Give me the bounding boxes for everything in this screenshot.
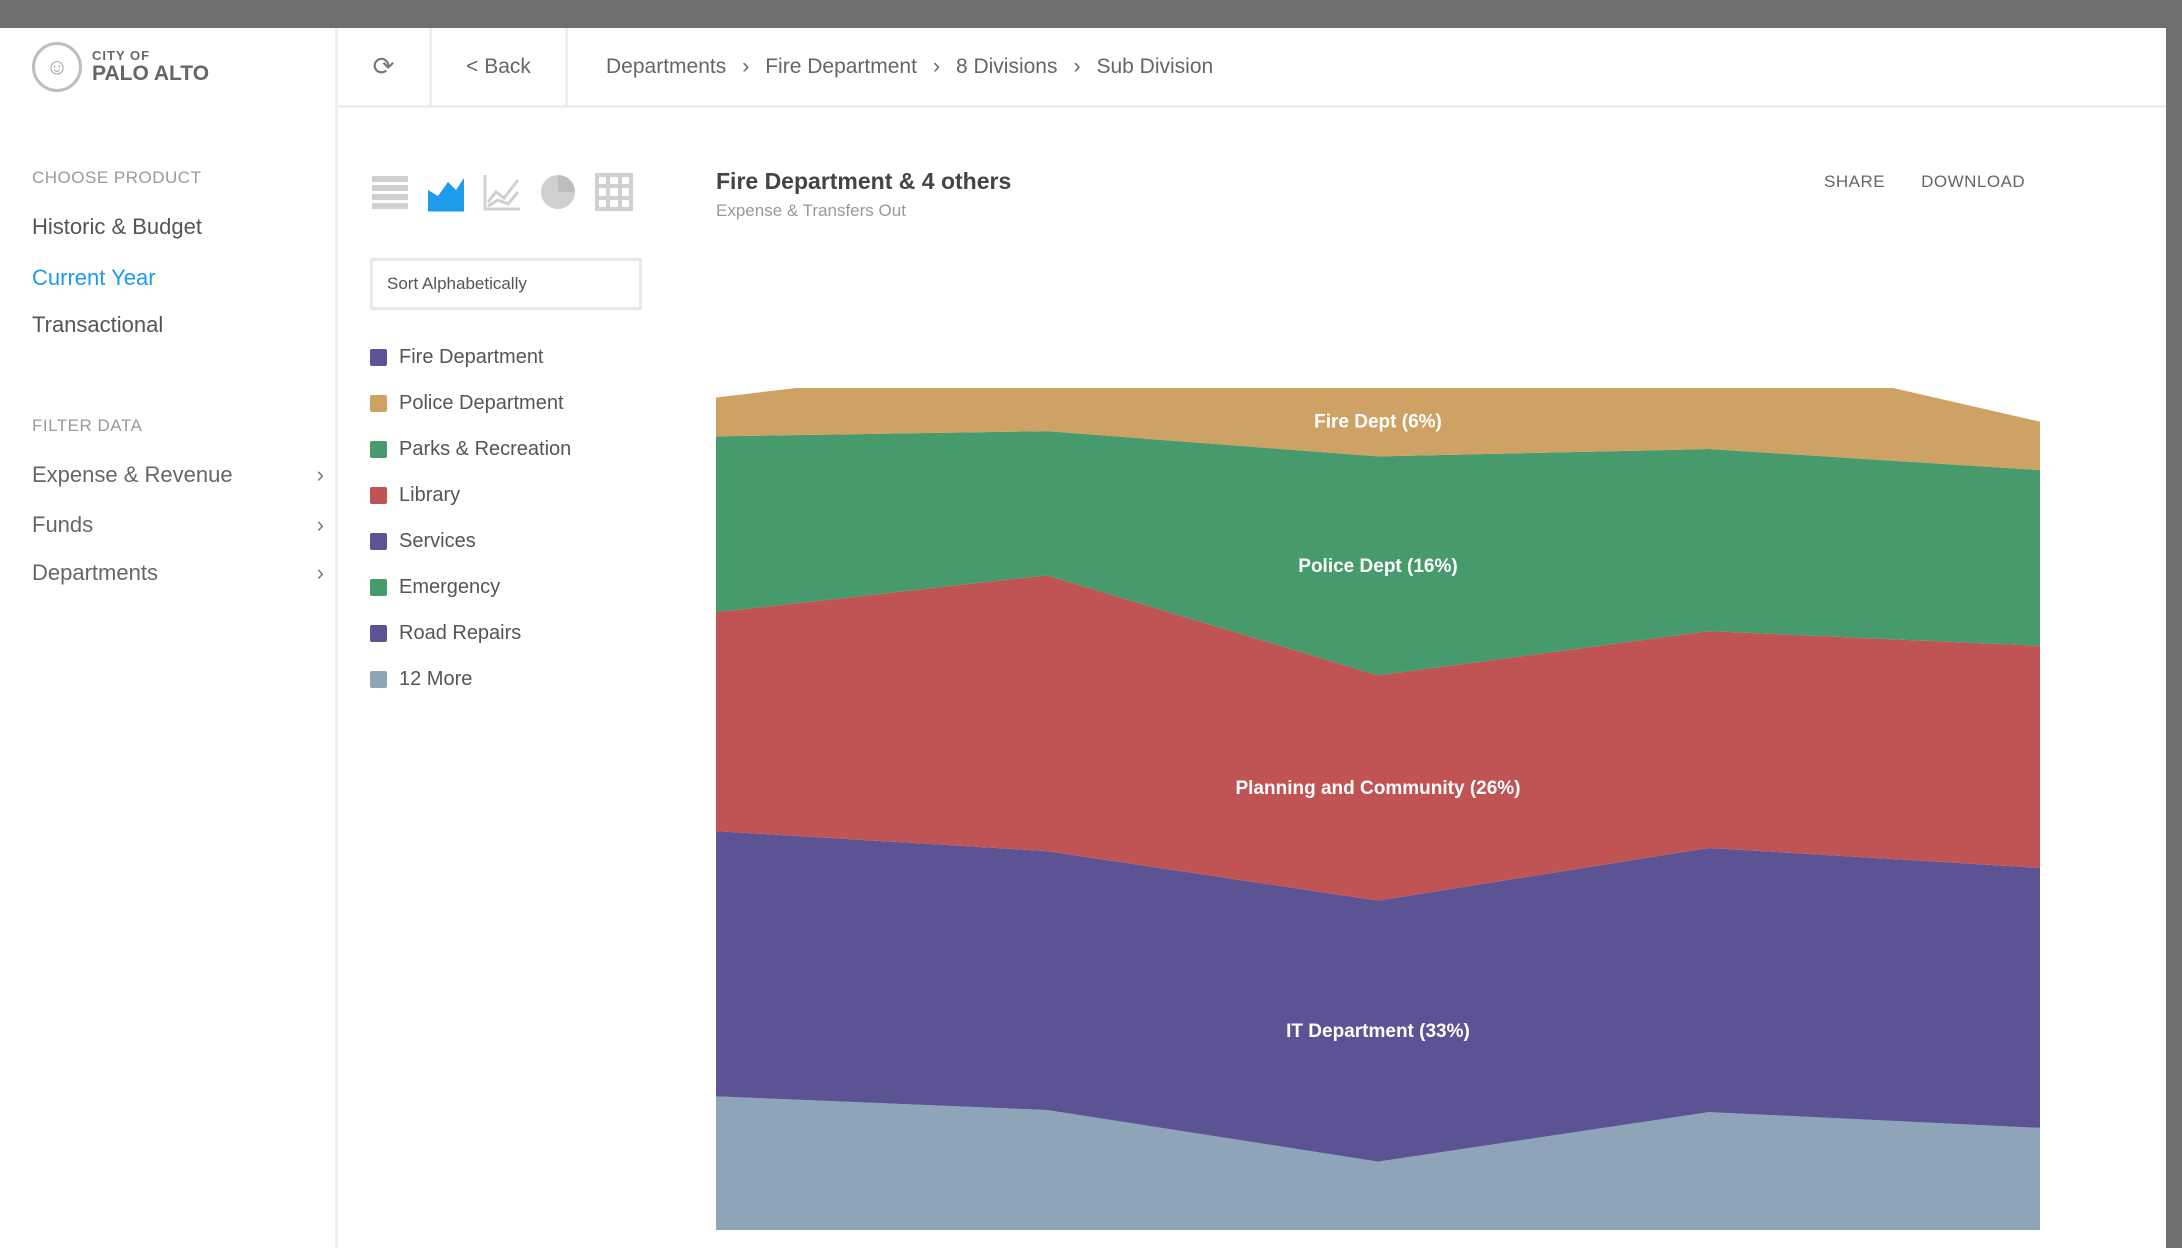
- filter-expense-revenue[interactable]: Expense & Revenue ›: [32, 462, 324, 488]
- sort-alphabetically-toggle[interactable]: Sort Alphabetically: [370, 258, 642, 310]
- legend-label: Road Repairs: [399, 621, 522, 644]
- filter-funds[interactable]: Funds ›: [32, 512, 324, 538]
- table-icon[interactable]: [368, 170, 412, 214]
- legend-label: Parks & Recreation: [399, 437, 572, 460]
- filter-label: Expense & Revenue: [32, 462, 233, 487]
- chevron-right-icon: ›: [316, 512, 324, 537]
- legend-swatch: [370, 532, 387, 550]
- legend-label: Fire Department: [399, 345, 544, 368]
- chevron-right-icon: ›: [316, 462, 324, 487]
- product-current-year[interactable]: Current Year: [32, 265, 156, 291]
- breadcrumb: Departments › Fire Department › 8 Divisi…: [606, 55, 1213, 79]
- legend-item[interactable]: Library: [370, 472, 571, 518]
- legend-swatch: [370, 440, 387, 458]
- chart-title: Fire Department & 4 others: [716, 168, 1012, 194]
- legend-item[interactable]: Police Department: [370, 380, 571, 426]
- legend-item[interactable]: Road Repairs: [370, 610, 571, 656]
- legend-item[interactable]: Parks & Recreation: [370, 426, 571, 472]
- chart-actions: SHARE DOWNLOAD: [1824, 172, 2061, 192]
- back-button[interactable]: < Back: [432, 28, 568, 105]
- chevron-right-icon: ›: [932, 54, 940, 78]
- logo-small-text: CITY OF: [92, 48, 151, 64]
- download-button[interactable]: DOWNLOAD: [1921, 172, 2025, 192]
- legend-swatch: [370, 348, 387, 366]
- legend-swatch: [370, 624, 387, 642]
- legend-swatch: [370, 486, 387, 504]
- legend-item[interactable]: Services: [370, 518, 571, 564]
- logo-large-text: PALO ALTO: [92, 61, 210, 85]
- area-label-3: Police Dept (16%): [1298, 556, 1457, 577]
- product-historic-budget[interactable]: Historic & Budget: [32, 214, 202, 240]
- sort-label: Sort Alphabetically: [387, 274, 527, 293]
- legend-item[interactable]: 12 More: [370, 656, 571, 702]
- top-toolbar: ⟳ < Back Departments › Fire Department ›…: [338, 28, 2166, 108]
- share-button[interactable]: SHARE: [1824, 172, 1885, 192]
- legend-swatch: [370, 394, 387, 412]
- legend-label: Services: [399, 529, 476, 552]
- filter-data-title: FILTER DATA: [32, 416, 143, 435]
- legend-label: Library: [399, 483, 461, 506]
- refresh-icon: ⟳: [372, 51, 395, 81]
- filter-label: Departments: [32, 560, 158, 585]
- sidebar: ☺ CITY OF PALO ALTO CHOOSE PRODUCT Histo…: [0, 28, 338, 1248]
- refresh-button[interactable]: ⟳: [338, 28, 432, 105]
- legend-label: Emergency: [399, 575, 501, 598]
- chevron-right-icon: ›: [316, 560, 324, 585]
- filter-departments[interactable]: Departments ›: [32, 560, 324, 586]
- chevron-right-icon: ›: [1073, 54, 1081, 78]
- breadcrumb-fire-department[interactable]: Fire Department: [765, 55, 917, 79]
- area-label-4: Fire Dept (6%): [1314, 412, 1442, 433]
- legend: Fire Department Police Department Parks & …: [370, 334, 571, 702]
- area-chart-icon[interactable]: [424, 170, 468, 214]
- chart-type-switcher: [368, 170, 648, 214]
- chevron-right-icon: ›: [742, 54, 750, 78]
- stacked-area-chart: IT Department (33%) Planning and Communit…: [716, 388, 2040, 1230]
- legend-item[interactable]: Emergency: [370, 564, 571, 610]
- pie-chart-icon[interactable]: [536, 170, 580, 214]
- breadcrumb-sub-division[interactable]: Sub Division: [1096, 55, 1213, 79]
- legend-label: Police Department: [399, 391, 564, 414]
- legend-swatch: [370, 578, 387, 596]
- product-transactional[interactable]: Transactional: [32, 312, 163, 338]
- chart-subtitle: Expense & Transfers Out: [716, 201, 906, 220]
- line-chart-icon[interactable]: [480, 170, 524, 214]
- legend-swatch: [370, 670, 387, 688]
- choose-product-title: CHOOSE PRODUCT: [32, 168, 202, 187]
- area-label-2: Planning and Community (26%): [1235, 778, 1520, 799]
- filter-label: Funds: [32, 512, 94, 537]
- breadcrumb-departments[interactable]: Departments: [606, 55, 726, 79]
- city-seal-icon: ☺: [32, 42, 82, 92]
- city-logo[interactable]: ☺ CITY OF PALO ALTO: [32, 42, 209, 92]
- main-content: ⟳ < Back Departments › Fire Department ›…: [338, 28, 2166, 1248]
- legend-item[interactable]: Fire Department: [370, 334, 571, 380]
- breadcrumb-divisions[interactable]: 8 Divisions: [956, 55, 1058, 79]
- app-window: ☺ CITY OF PALO ALTO CHOOSE PRODUCT Histo…: [0, 28, 2166, 1248]
- grid-icon[interactable]: [592, 170, 636, 214]
- legend-label: 12 More: [399, 667, 473, 690]
- area-label-1: IT Department (33%): [1286, 1021, 1470, 1042]
